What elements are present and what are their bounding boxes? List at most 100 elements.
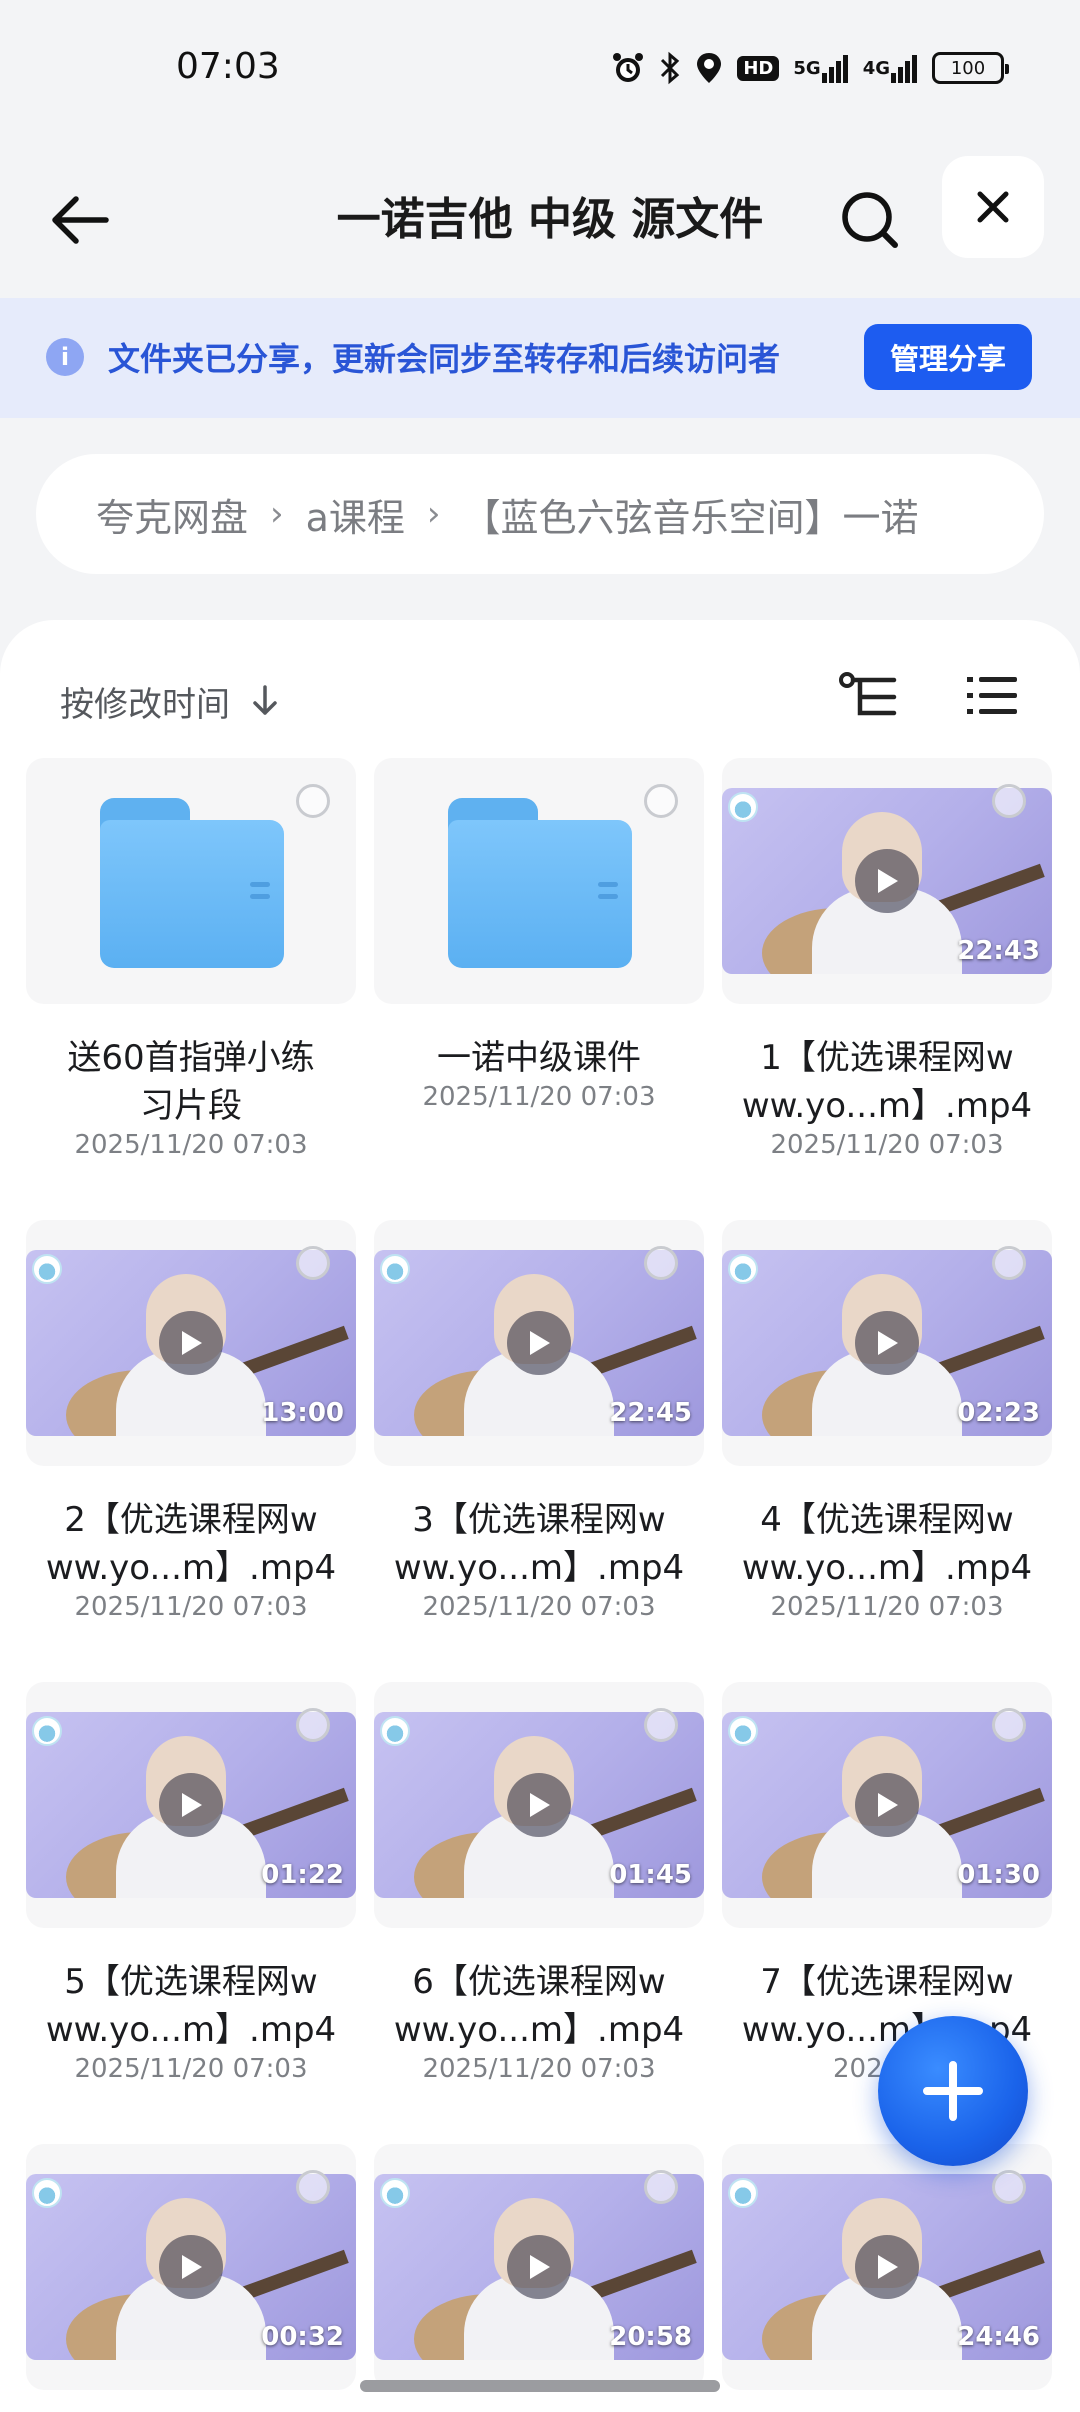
video-duration: 22:45 [609,1398,692,1428]
logo-icon [380,2178,410,2208]
select-checkbox[interactable] [992,784,1026,818]
item-date: 2025/11/20 07:03 [422,2054,656,2084]
video-duration: 00:32 [261,2322,344,2352]
status-time: 07:03 [176,46,280,87]
logo-icon [380,1254,410,1284]
location-icon [695,51,723,85]
item-name-line-1: 3【优选课程网w [412,1500,666,1540]
close-icon [977,191,1009,223]
grid-item-video[interactable]: 24:46 [722,2144,1052,2390]
play-icon [159,1311,223,1375]
select-checkbox[interactable] [296,784,330,818]
logo-icon [728,792,758,822]
item-name: 5【优选课程网w ww.yo...m】.mp4 [26,1958,356,2054]
logo-icon [728,1254,758,1284]
video-duration: 01:30 [957,1860,1040,1890]
video-duration: 24:46 [957,2322,1040,2352]
sort-label: 按修改时间 [60,684,230,725]
select-checkbox[interactable] [296,2170,330,2204]
select-checkbox[interactable] [992,2170,1026,2204]
sort-button[interactable]: 按修改时间 [60,668,280,734]
item-name: 一诺中级课件 [374,1034,704,1082]
grid-item-video[interactable]: 01:45 6【优选课程网w ww.yo...m】.mp4 2025/11/20… [374,1682,704,2132]
arrow-down-icon [253,685,277,715]
logo-icon [728,1716,758,1746]
item-name-line-1: 6【优选课程网w [412,1962,666,2002]
grid-item-video[interactable]: 20:58 [374,2144,704,2390]
video-duration: 02:23 [957,1398,1040,1428]
grid-item-video[interactable]: 22:45 3【优选课程网w ww.yo...m】.mp4 2025/11/20… [374,1220,704,1670]
hd-icon: HD [737,55,780,81]
select-checkbox[interactable] [296,1708,330,1742]
item-name-line-1: 2【优选课程网w [64,1500,318,1540]
play-icon [855,849,919,913]
tree-icon [839,672,897,716]
signal-5g-icon: 5G [793,53,848,83]
list-icon [967,677,1017,714]
item-name-line-1: 1【优选课程网w [760,1038,1014,1078]
grid-item-video[interactable]: 22:43 1【优选课程网w ww.yo...m】.mp4 2025/11/20… [722,758,1052,1208]
tree-view-button[interactable] [836,664,900,728]
video-duration: 13:00 [261,1398,344,1428]
item-name-line-2: ww.yo...m】.mp4 [45,1548,337,1588]
alarm-icon [611,51,645,85]
grid-item-video[interactable]: 02:23 4【优选课程网w ww.yo...m】.mp4 2025/11/20… [722,1220,1052,1670]
play-icon [507,1311,571,1375]
status-icons: HD 5G 4G 100 [611,46,1009,90]
video-duration: 01:22 [261,1860,344,1890]
home-indicator[interactable] [360,2380,720,2392]
grid-item-video[interactable]: 13:00 2【优选课程网w ww.yo...m】.mp4 2025/11/20… [26,1220,356,1670]
select-checkbox[interactable] [644,784,678,818]
signal-4g-label: 4G [862,57,890,79]
breadcrumb-item-current[interactable]: 【蓝色六弦音乐空间】一诺 [463,487,919,542]
select-checkbox[interactable] [644,2170,678,2204]
item-date: 2025/11/20 07:03 [422,1082,656,1112]
page-title: 一诺吉他 中级 源文件 [336,194,764,245]
item-name: 1【优选课程网w ww.yo...m】.mp4 [722,1034,1052,1130]
chevron-right-icon: › [426,494,441,534]
grid-item-video[interactable]: 00:32 [26,2144,356,2390]
chevron-right-icon: › [270,494,284,534]
item-name-line-2: 习片段 [140,1086,242,1126]
play-icon [507,1773,571,1837]
item-date: 2025/11/20 07:03 [74,1592,308,1622]
status-bar: 07:03 HD 5G 4G 100 [0,0,1080,140]
play-icon [855,1773,919,1837]
signal-4g-icon: 4G [863,53,918,83]
select-checkbox[interactable] [992,1246,1026,1280]
select-checkbox[interactable] [296,1246,330,1280]
play-icon [159,1773,223,1837]
item-date: 2025/11/20 07:03 [422,1592,656,1622]
play-icon [855,1311,919,1375]
breadcrumb-item-course[interactable]: a课程 [306,487,405,542]
item-name-line-2: ww.yo...m】.mp4 [45,2010,337,2050]
play-icon [507,2235,571,2299]
search-button[interactable] [830,180,910,260]
item-name-line-2: ww.yo...m】.mp4 [393,2010,685,2050]
logo-icon [32,2178,62,2208]
grid-item-folder[interactable]: 送60首指弹小练 习片段 2025/11/20 07:03 [26,758,356,1208]
folder-icon [448,798,632,968]
manage-share-button[interactable]: 管理分享 [864,324,1032,390]
grid-item-video[interactable]: 01:22 5【优选课程网w ww.yo...m】.mp4 2025/11/20… [26,1682,356,2132]
logo-icon [32,1254,62,1284]
item-date: 2025/11/20 07:03 [74,1130,308,1160]
grid-item-folder[interactable]: 一诺中级课件 2025/11/20 07:03 [374,758,704,1208]
breadcrumb-item-root[interactable]: 夸克网盘 [96,487,248,542]
close-button[interactable] [942,156,1044,258]
top-app-bar: 一诺吉他 中级 源文件 [0,140,1080,300]
item-name-line-1: 7【优选课程网w [760,1962,1014,2002]
list-view-button[interactable] [960,664,1024,728]
item-date: 2025/11/20 07:03 [770,1130,1004,1160]
item-name: 6【优选课程网w ww.yo...m】.mp4 [374,1958,704,2054]
battery-level: 100 [950,57,986,79]
item-name: 送60首指弹小练 习片段 [26,1034,356,1130]
add-button[interactable] [878,2016,1028,2166]
select-checkbox[interactable] [644,1708,678,1742]
select-checkbox[interactable] [644,1246,678,1280]
item-name: 4【优选课程网w ww.yo...m】.mp4 [722,1496,1052,1592]
breadcrumb: 夸克网盘 › a课程 › 【蓝色六弦音乐空间】一诺 [36,454,1044,574]
back-button[interactable] [40,180,120,260]
play-icon [855,2235,919,2299]
select-checkbox[interactable] [992,1708,1026,1742]
